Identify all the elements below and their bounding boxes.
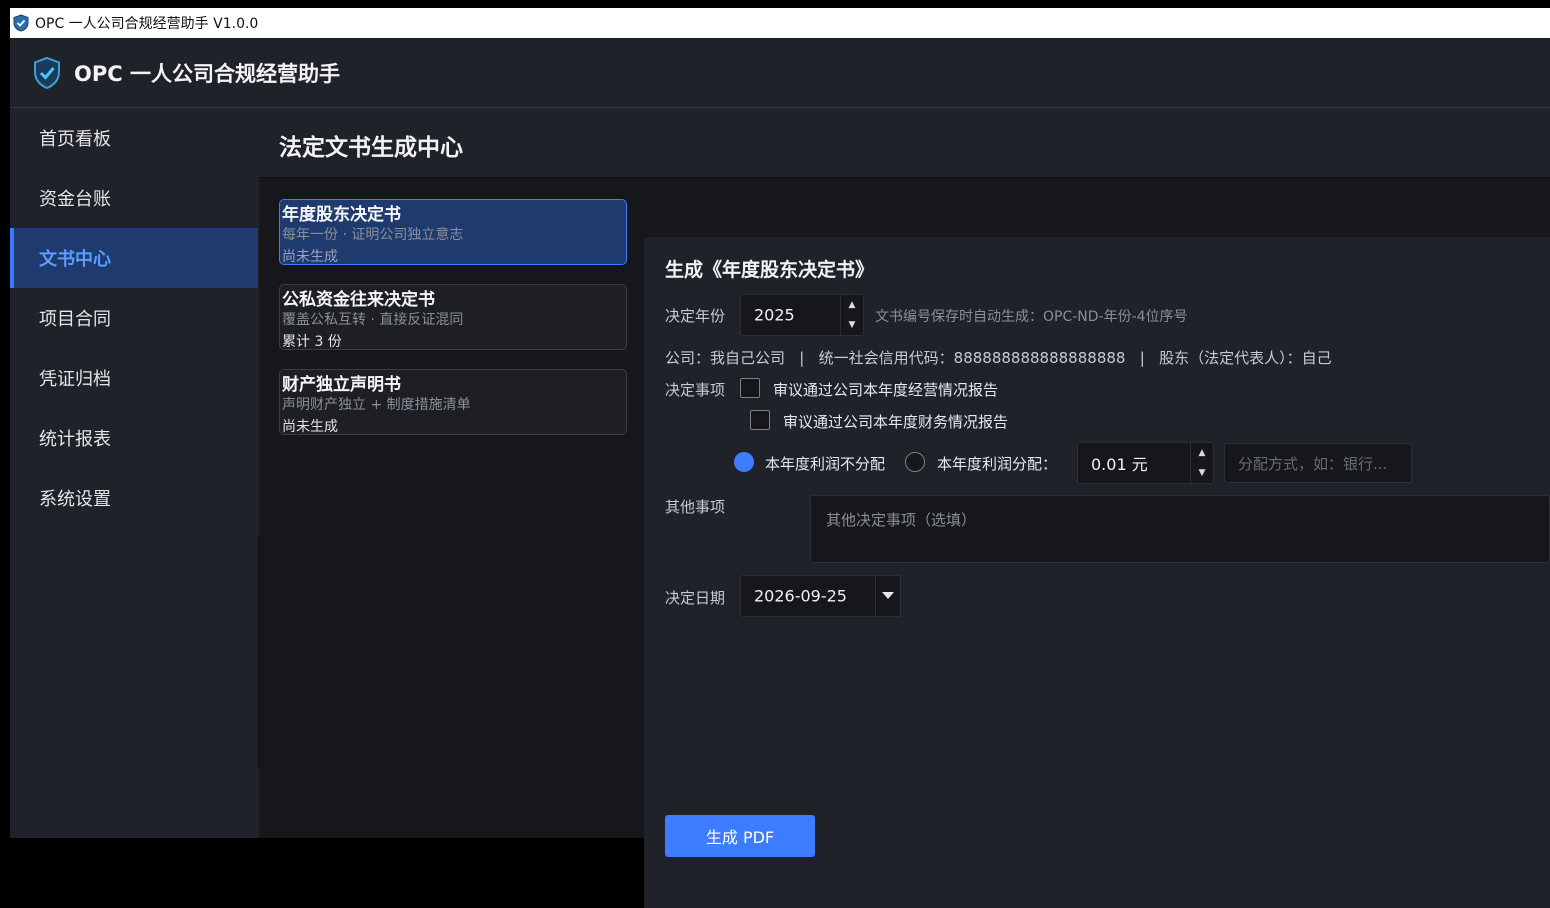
amount-spinbox[interactable]: 0.01 元 ▲ ▼ [1077, 442, 1214, 484]
matters-label: 决定事项 [665, 381, 726, 399]
matter-1-checkbox[interactable] [740, 378, 760, 398]
date-picker[interactable]: 2026-09-25 [740, 575, 901, 617]
date-value: 2026-09-25 [754, 586, 847, 606]
year-spin-arrows: ▲ ▼ [840, 295, 863, 335]
other-matters-label: 其他事项 [665, 498, 726, 516]
doc-card-status: 尚未生成 [282, 249, 338, 265]
form-heading: 生成《年度股东决定书》 [665, 259, 875, 281]
amount-value: 0.01 元 [1091, 455, 1148, 474]
doc-number-hint: 文书编号保存时自动生成：OPC-ND-年份-4位序号 [875, 309, 1188, 325]
sidebar-item-vouchers[interactable]: 凭证归档 [10, 348, 258, 408]
year-value: 2025 [754, 305, 795, 325]
sidebar-item-contracts[interactable]: 项目合同 [10, 288, 258, 348]
window-title: OPC 一人公司合规经营助手 V1.0.0 [35, 16, 259, 32]
doc-card-title: 年度股东决定书 [282, 205, 401, 225]
distribution-radio[interactable] [905, 452, 925, 472]
doc-card-desc: 每年一份 · 证明公司独立意志 [282, 227, 464, 243]
page-header: 法定文书生成中心 [259, 108, 1550, 178]
matter-2-label[interactable]: 审议通过公司本年度财务情况报告 [783, 411, 1008, 432]
doc-card-desc: 声明财产独立 + 制度措施清单 [282, 397, 471, 413]
generate-pdf-button[interactable]: 生成 PDF [665, 815, 815, 857]
sidebar-item-reports[interactable]: 统计报表 [10, 408, 258, 468]
amount-spin-arrows: ▲ ▼ [1190, 443, 1213, 483]
sidebar-item-documents[interactable]: 文书中心 [10, 228, 258, 288]
page-title: 法定文书生成中心 [279, 135, 463, 161]
sidebar-item-funds-ledger[interactable]: 资金台账 [10, 168, 258, 228]
shield-check-logo-icon [32, 56, 62, 90]
chevron-down-icon[interactable] [875, 576, 900, 616]
matter-2-checkbox[interactable] [750, 410, 770, 430]
sidebar-item-settings[interactable]: 系统设置 [10, 468, 258, 528]
doc-card-desc: 覆盖公私互转 · 直接反证混同 [282, 312, 464, 328]
sidebar-item-dashboard[interactable]: 首页看板 [10, 108, 258, 168]
shield-logo-icon [13, 14, 29, 32]
other-matters-textarea[interactable]: 其他决定事项（选填） [810, 495, 1550, 563]
distribution-method-input[interactable]: 分配方式，如：银行... [1224, 443, 1412, 483]
spin-down-icon[interactable]: ▼ [1191, 463, 1213, 483]
no-distribution-label[interactable]: 本年度利润不分配 [765, 453, 885, 474]
document-form-panel: 生成《年度股东决定书》 决定年份 2025 ▲ ▼ 文书编号保存时自动生成：OP… [644, 237, 1550, 908]
year-label: 决定年份 [665, 307, 726, 325]
doc-card-status: 累计 3 份 [282, 334, 342, 350]
doc-card-fund-transfer-decision[interactable]: 公私资金往来决定书 覆盖公私互转 · 直接反证混同 累计 3 份 [279, 284, 627, 350]
sidebar: 首页看板 资金台账 文书中心 项目合同 凭证归档 统计报表 系统设置 [10, 108, 258, 838]
year-spinbox[interactable]: 2025 ▲ ▼ [740, 294, 864, 336]
doc-card-annual-decision[interactable]: 年度股东决定书 每年一份 · 证明公司独立意志 尚未生成 [279, 199, 627, 265]
doc-card-property-statement[interactable]: 财产独立声明书 声明财产独立 + 制度措施清单 尚未生成 [279, 369, 627, 435]
date-label: 决定日期 [665, 589, 726, 607]
spin-up-icon[interactable]: ▲ [841, 295, 863, 315]
doc-card-status: 尚未生成 [282, 419, 338, 435]
doc-card-title: 公私资金往来决定书 [282, 290, 435, 310]
distribution-label[interactable]: 本年度利润分配： [937, 453, 1057, 474]
no-distribution-radio[interactable] [734, 452, 754, 472]
window-title-bar: OPC 一人公司合规经营助手 V1.0.0 [10, 8, 1550, 38]
app-header: OPC 一人公司合规经营助手 [10, 38, 1550, 108]
app-window: OPC 一人公司合规经营助手 首页看板 资金台账 文书中心 项目合同 凭证归档 … [10, 38, 1550, 908]
matter-1-label[interactable]: 审议通过公司本年度经营情况报告 [773, 379, 998, 400]
spin-down-icon[interactable]: ▼ [841, 315, 863, 335]
spin-up-icon[interactable]: ▲ [1191, 443, 1213, 463]
app-name: OPC 一人公司合规经营助手 [74, 61, 340, 86]
doc-card-title: 财产独立声明书 [282, 375, 401, 395]
company-info: 公司：我自己公司 | 统一社会信用代码：888888888888888888 |… [665, 349, 1332, 367]
main-content: 法定文书生成中心 年度股东决定书 每年一份 · 证明公司独立意志 尚未生成 公私… [259, 108, 1550, 908]
